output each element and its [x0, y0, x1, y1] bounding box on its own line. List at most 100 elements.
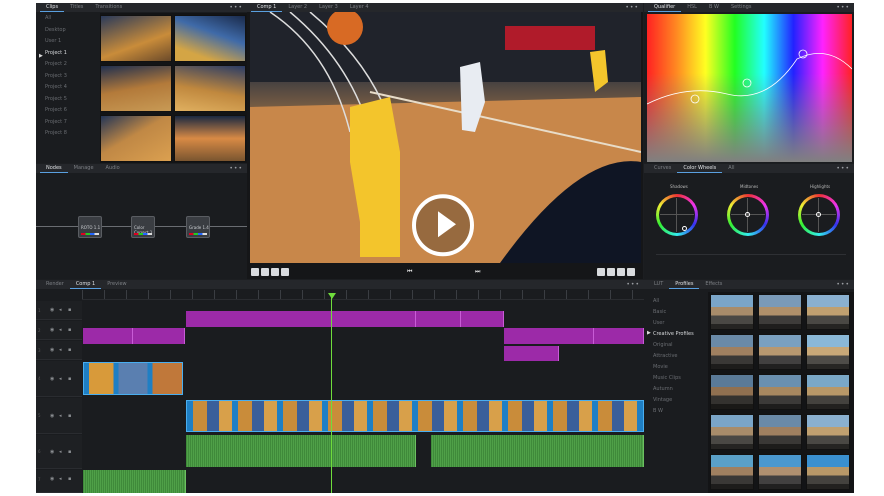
timeline-clip[interactable]	[133, 328, 185, 344]
profile-thumbnail[interactable]	[710, 414, 754, 450]
timeline-clip[interactable]	[461, 311, 504, 327]
tab-hsl[interactable]: HSL	[681, 3, 703, 12]
bin-item[interactable]: All	[36, 13, 98, 25]
playhead-handle-icon[interactable]	[328, 293, 336, 299]
bin-expand-arrow-icon[interactable]: ▶	[39, 53, 43, 59]
profile-thumbnail[interactable]	[806, 414, 850, 450]
profile-category[interactable]: Attractive	[644, 351, 706, 362]
bin-item[interactable]: Project 2	[36, 59, 98, 71]
trash-icon[interactable]: ▪	[68, 476, 71, 482]
speaker-icon[interactable]: ◂	[59, 449, 62, 455]
clip-thumbnail[interactable]	[100, 15, 172, 62]
bin-item[interactable]: Project 8	[36, 128, 98, 140]
clip-thumbnail[interactable]	[174, 15, 246, 62]
timeline-clip[interactable]	[186, 311, 416, 327]
profile-thumbnail[interactable]	[758, 374, 802, 410]
bin-item[interactable]: Project 7	[36, 117, 98, 129]
bin-item[interactable]: Project 5	[36, 94, 98, 106]
tab-curves[interactable]: Curves	[648, 164, 677, 173]
profile-thumbnail[interactable]	[758, 294, 802, 330]
skip-back-icon[interactable]: ⏮	[407, 268, 412, 276]
safe-area-icon[interactable]	[597, 268, 605, 276]
bin-item[interactable]: User 1	[36, 36, 98, 48]
shadows-wheel[interactable]	[656, 194, 698, 236]
bin-item[interactable]: Desktop	[36, 25, 98, 37]
clip-thumbnail[interactable]	[174, 115, 246, 162]
trash-icon[interactable]: ▪	[68, 327, 71, 333]
transform-tool-icon[interactable]	[261, 268, 269, 276]
highlights-wheel[interactable]	[798, 194, 840, 236]
tab-render[interactable]: Render	[40, 280, 70, 289]
tab-color-wheels[interactable]: Color Wheels	[677, 164, 723, 173]
node-grade[interactable]: Grade 1.4	[186, 216, 210, 238]
timeline-video-clip[interactable]	[83, 362, 183, 395]
tab-transitions[interactable]: Transitions	[89, 3, 128, 12]
tab-lut[interactable]: LUT	[648, 280, 669, 289]
timeline-clip[interactable]	[416, 311, 461, 327]
speaker-icon[interactable]: ◂	[59, 347, 62, 353]
profile-category[interactable]: Basic	[644, 307, 706, 318]
tab-clips[interactable]: Clips	[40, 3, 65, 12]
tab-layer-4[interactable]: Layer 4	[344, 3, 375, 12]
profile-category[interactable]: Movie	[644, 362, 706, 373]
eye-icon[interactable]: ◉	[50, 376, 54, 382]
speaker-icon[interactable]: ◂	[59, 476, 62, 482]
speaker-icon[interactable]: ◂	[59, 307, 62, 313]
eye-icon[interactable]: ◉	[50, 449, 54, 455]
hue-spectrum[interactable]	[647, 14, 852, 162]
clip-thumbnail[interactable]	[100, 65, 172, 112]
trash-icon[interactable]: ▪	[68, 413, 71, 419]
node-color-correct[interactable]: Color Correct 1	[131, 216, 155, 238]
speaker-icon[interactable]: ◂	[59, 327, 62, 333]
tracker-tool-icon[interactable]	[281, 268, 289, 276]
tab-qualifier[interactable]: Qualifier	[648, 3, 682, 12]
profile-thumbnail[interactable]	[758, 334, 802, 370]
tab-comp-1[interactable]: Comp 1	[251, 3, 283, 12]
more-menu-icon[interactable]: •••	[836, 3, 850, 12]
more-menu-icon[interactable]: •••	[625, 3, 639, 12]
tab-comp-1-timeline[interactable]: Comp 1	[69, 280, 102, 289]
bin-item[interactable]: Project 6	[36, 105, 98, 117]
profile-category[interactable]: User	[644, 318, 706, 329]
tab-profiles[interactable]: Profiles	[669, 280, 700, 289]
timeline-video-clip[interactable]	[186, 400, 644, 432]
more-menu-icon[interactable]: •••	[229, 164, 243, 173]
mask-tool-icon[interactable]	[271, 268, 279, 276]
profile-thumbnail[interactable]	[806, 334, 850, 370]
profile-category-active[interactable]: Creative Profiles	[644, 329, 706, 340]
timeline-audio-clip[interactable]	[431, 435, 644, 467]
timeline-ruler[interactable]	[82, 290, 644, 300]
bin-item[interactable]: Project 3	[36, 71, 98, 83]
wheel-sliders[interactable]	[656, 254, 846, 270]
trash-icon[interactable]: ▪	[68, 307, 71, 313]
timeline-audio-clip[interactable]	[186, 435, 416, 467]
profile-category[interactable]: Autumn	[644, 384, 706, 395]
tab-bw[interactable]: B W	[703, 3, 725, 12]
clip-thumbnail[interactable]	[100, 115, 172, 162]
eye-icon[interactable]: ◉	[50, 347, 54, 353]
timeline-clip[interactable]	[504, 346, 559, 361]
qualifier-curve[interactable]	[647, 14, 852, 162]
node-roto[interactable]: ROTO 1.1	[78, 216, 102, 238]
profile-thumbnail[interactable]	[806, 374, 850, 410]
profile-category[interactable]: Vintage	[644, 395, 706, 406]
eye-icon[interactable]: ◉	[50, 476, 54, 482]
tab-layer-2[interactable]: Layer 2	[282, 3, 313, 12]
grid-icon[interactable]	[607, 268, 615, 276]
profile-category[interactable]: B W	[644, 406, 706, 417]
eye-icon[interactable]: ◉	[50, 413, 54, 419]
timeline-audio-clip[interactable]	[83, 470, 186, 493]
profile-thumbnail[interactable]	[710, 374, 754, 410]
tab-nodes[interactable]: Nodes	[40, 164, 68, 173]
profile-thumbnail[interactable]	[710, 334, 754, 370]
speaker-icon[interactable]: ◂	[59, 376, 62, 382]
profile-category[interactable]: Music Clips	[644, 373, 706, 384]
profile-thumbnail[interactable]	[806, 294, 850, 330]
profile-thumbnail[interactable]	[758, 454, 802, 490]
clip-thumbnail[interactable]	[174, 65, 246, 112]
tab-audio[interactable]: Audio	[100, 164, 126, 173]
tab-all[interactable]: All	[722, 164, 740, 173]
profile-thumbnail[interactable]	[710, 294, 754, 330]
tab-manage[interactable]: Manage	[68, 164, 100, 173]
timeline-clip[interactable]	[594, 328, 644, 344]
